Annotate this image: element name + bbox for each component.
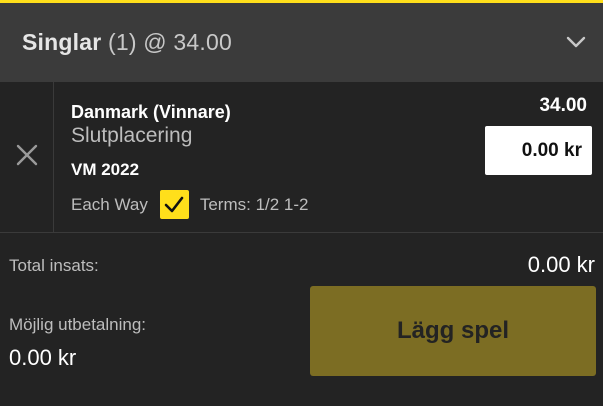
betslip-title: Singlar (1) @ 34.00 — [22, 29, 232, 56]
chevron-down-icon[interactable] — [565, 31, 587, 53]
selection-name: Danmark (Vinnare) — [71, 102, 231, 122]
each-way-label: Each Way — [71, 194, 148, 214]
potential-payout-value: 0.00 kr — [9, 345, 77, 370]
stake-input[interactable] — [485, 126, 592, 175]
bet-type-label: Singlar — [22, 29, 102, 55]
place-bet-button[interactable]: Lägg spel — [310, 286, 596, 376]
checkmark-icon — [165, 196, 184, 212]
event-name: VM 2022 — [71, 160, 140, 179]
betslip-header[interactable]: Singlar (1) @ 34.00 — [0, 3, 603, 82]
selection-odds: 34.00 — [539, 95, 587, 116]
total-stake-value: 0.00 kr — [527, 252, 595, 277]
each-way-row: Each Way Terms: 1/2 1-2 — [71, 190, 309, 219]
each-way-checkbox[interactable] — [159, 190, 189, 219]
remove-bet-button[interactable] — [0, 82, 54, 233]
bet-details: Danmark (Vinnare) Slutplacering VM 2022 … — [71, 102, 309, 219]
combined-odds: @ 34.00 — [143, 29, 232, 55]
bet-count: (1) — [107, 29, 137, 55]
total-stake-label: Total insats: — [9, 256, 99, 275]
close-icon[interactable] — [15, 143, 39, 172]
betslip-footer: Total insats: 0.00 kr Möjlig utbetalning… — [0, 234, 603, 406]
each-way-terms: Terms: 1/2 1-2 — [199, 194, 309, 214]
bet-row: Danmark (Vinnare) Slutplacering VM 2022 … — [0, 82, 603, 233]
potential-payout-label: Möjlig utbetalning: — [9, 315, 147, 334]
market-name: Slutplacering — [71, 124, 193, 147]
